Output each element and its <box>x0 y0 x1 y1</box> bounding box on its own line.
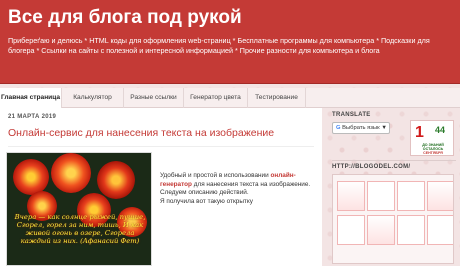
banner-tile <box>397 215 425 245</box>
google-icon: G <box>336 125 341 131</box>
translate-dropdown[interactable]: G Выбрать язык ▼ <box>332 122 390 134</box>
post-date: 21 МАРТА 2019 <box>8 114 57 120</box>
post-text: Удобный и простой в использовании <box>160 172 269 179</box>
countdown-days: 44 <box>435 125 446 135</box>
banner-tile <box>397 181 425 211</box>
banner-tile <box>337 215 365 245</box>
blog-link-heading[interactable]: HTTP://BLOGODEL.COM/ <box>332 164 410 170</box>
flower-shape <box>13 159 49 195</box>
banner-tile <box>427 181 453 211</box>
blog-title[interactable]: Все для блога под рукой <box>8 6 452 30</box>
tab-home[interactable]: Главная страница <box>0 88 62 108</box>
sidebar: TRANSLATE G Выбрать язык ▼ 1 44 ДО ЗНАНИ… <box>326 108 460 266</box>
countdown-widget[interactable]: 1 44 ДО ЗНАНИЙ ОСТАЛОСЬ СЕНТЯБРЯ <box>410 120 454 156</box>
post-body: Удобный и простой в использовании онлайн… <box>160 172 318 206</box>
countdown-month: СЕНТЯБРЯ <box>423 151 443 155</box>
post-image[interactable]: Вчера — как солнце рыжей, пущие, Сгорел,… <box>6 152 152 266</box>
post-title[interactable]: Онлайн-сервис для нанесения текста на из… <box>8 126 314 140</box>
banner-tile <box>427 215 453 245</box>
countdown-number: 1 <box>415 124 424 141</box>
main-content: 21 МАРТА 2019 Онлайн-сервис для нанесени… <box>0 108 322 266</box>
flower-shape <box>51 153 91 193</box>
navigation-tabs: Главная страница Калькулятор Разные ссыл… <box>0 88 460 108</box>
post-text: Я получила вот такую открытку <box>160 197 253 205</box>
blog-header: Все для блога под рукой Прибереґаю и дел… <box>0 0 460 84</box>
blog-description: Прибереґаю и делюсь * HTML коды для офор… <box>8 36 430 55</box>
tab-color-generator[interactable]: Генератор цвета <box>184 88 248 108</box>
translate-heading: TRANSLATE <box>332 112 371 118</box>
post-text: для нанесения текста на изображение. <box>193 180 311 188</box>
image-poem-text: Вчера — как солнце рыжей, пущие, Сгорел,… <box>14 213 146 245</box>
countdown-label: ДО ЗНАНИЙ ОСТАЛОСЬ <box>422 143 444 151</box>
blog-banner[interactable] <box>332 174 454 264</box>
tab-calculator[interactable]: Калькулятор <box>62 88 124 108</box>
banner-tile <box>367 181 395 211</box>
post-text: Следуем описанию действий. <box>160 189 249 197</box>
tab-testing[interactable]: Тестирование <box>248 88 306 108</box>
divider <box>8 146 314 147</box>
banner-tile <box>367 215 395 245</box>
flower-shape <box>97 161 135 199</box>
tab-links[interactable]: Разные ссылки <box>124 88 184 108</box>
translate-label: Выбрать язык ▼ <box>342 125 387 131</box>
divider <box>332 160 456 161</box>
banner-tile <box>337 181 365 211</box>
